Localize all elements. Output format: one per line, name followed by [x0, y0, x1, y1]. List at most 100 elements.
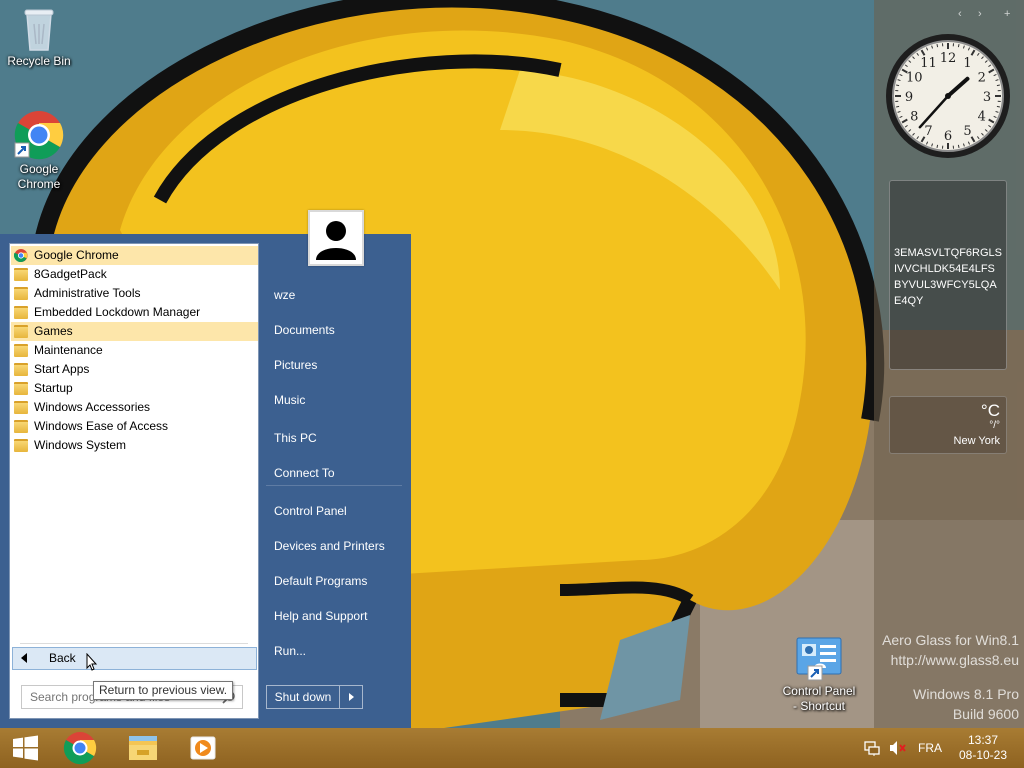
recycle-bin-icon — [24, 9, 54, 51]
clock-tick — [996, 84, 1000, 87]
tooltip: Return to previous view. — [93, 681, 233, 700]
folder-icon — [14, 439, 28, 452]
program-item-label: Google Chrome — [34, 248, 119, 262]
network-icon[interactable] — [864, 740, 880, 756]
shutdown-button[interactable]: Shut down — [266, 685, 363, 709]
shutdown-options-button[interactable] — [339, 686, 362, 708]
media-player-icon — [190, 736, 216, 760]
mouse-cursor-icon — [86, 653, 98, 671]
back-label: Back — [49, 651, 76, 665]
program-item[interactable]: Maintenance — [11, 341, 258, 360]
sticky-note-gadget[interactable]: 3EMASVLTQF6RGLSIVVCHLDK54E4LFSBYVUL3WFCY… — [889, 180, 1007, 370]
taskbar-chrome-button[interactable] — [54, 728, 106, 768]
program-item-label: Windows Ease of Access — [34, 419, 169, 433]
weather-city: New York — [953, 435, 1000, 447]
program-item-label: Start Apps — [34, 362, 90, 376]
divider — [20, 643, 248, 644]
start-link-documents[interactable]: Documents — [266, 315, 402, 345]
folder-icon — [14, 325, 28, 338]
chrome-icon — [14, 111, 64, 160]
program-item-label: Windows Accessories — [34, 400, 151, 414]
back-button[interactable]: Back — [12, 647, 257, 671]
start-link-devices-and-printers[interactable]: Devices and Printers — [266, 531, 402, 561]
program-item[interactable]: Embedded Lockdown Manager — [11, 303, 258, 322]
user-icon — [310, 212, 362, 264]
clock-number: 8 — [910, 110, 918, 125]
clock-tick — [896, 105, 900, 108]
clock-number: 6 — [944, 129, 952, 144]
program-item-label: Games — [34, 324, 73, 338]
taskbar: FRA 13:37 08-10-23 — [0, 728, 1024, 768]
back-arrow-icon — [21, 653, 27, 663]
clock-tick — [936, 144, 939, 148]
desktop-icon-control-panel-shortcut[interactable]: Control Panel - Shortcut — [781, 636, 857, 714]
program-item[interactable]: Google Chrome — [11, 246, 258, 265]
program-item-label: Embedded Lockdown Manager — [34, 305, 201, 319]
program-item[interactable]: Games — [11, 322, 258, 341]
weather-gadget[interactable]: °C °/° New York — [889, 396, 1007, 454]
folder-icon — [14, 382, 28, 395]
watermark-line: Build 9600 — [952, 706, 1019, 722]
program-item-label: Maintenance — [34, 343, 103, 357]
divider — [266, 485, 402, 486]
volume-muted-icon[interactable] — [889, 740, 907, 756]
program-item[interactable]: Windows Ease of Access — [11, 417, 258, 436]
program-item[interactable]: Startup — [11, 379, 258, 398]
clock-tick — [996, 105, 1000, 108]
gadget-add-button[interactable]: + — [1004, 8, 1010, 20]
clock-number: 1 — [963, 56, 971, 71]
clock-gadget[interactable]: 12 12 3 45678 9 1011 — [884, 32, 1012, 160]
desktop-icon-label: Control Panel - Shortcut — [782, 684, 856, 713]
program-item[interactable]: 8GadgetPack — [11, 265, 258, 284]
start-link-music[interactable]: Music — [266, 385, 402, 415]
program-item[interactable]: Windows Accessories — [11, 398, 258, 417]
program-item[interactable]: Windows System — [11, 436, 258, 455]
program-item[interactable]: Administrative Tools — [11, 284, 258, 303]
start-link-this-pc[interactable]: This PC — [266, 423, 402, 453]
start-menu: Google Chrome 8GadgetPack Administrative T… — [0, 210, 411, 728]
desktop-icon-recycle-bin[interactable]: Recycle Bin — [1, 6, 77, 69]
start-link-help-and-support[interactable]: Help and Support — [266, 601, 402, 631]
desktop-icon-label: Recycle Bin — [7, 54, 71, 68]
control-panel-icon — [796, 637, 842, 681]
start-link-default-programs[interactable]: Default Programs — [266, 566, 402, 596]
folder-icon — [14, 420, 28, 433]
start-link-wze[interactable]: wze — [266, 280, 402, 310]
clock-tick — [936, 44, 939, 48]
weather-range: °/° — [989, 420, 1000, 431]
chrome-icon — [14, 249, 28, 262]
folder-icon — [14, 287, 28, 300]
clock-number: 2 — [978, 71, 986, 86]
program-item-label: Windows System — [34, 438, 127, 452]
start-link-control-panel[interactable]: Control Panel — [266, 496, 402, 526]
programs-pane: Google Chrome 8GadgetPack Administrative T… — [9, 243, 259, 719]
file-explorer-icon — [129, 736, 157, 760]
shutdown-label: Shut down — [274, 690, 332, 704]
clock-time: 13:37 — [967, 733, 999, 747]
gadget-nav: ‹ › + — [952, 8, 1022, 24]
clock-number: 10 — [906, 71, 923, 86]
desktop-icon-google-chrome[interactable]: Google Chrome — [1, 110, 77, 192]
start-button[interactable] — [0, 728, 52, 768]
program-item-label: Startup — [34, 381, 73, 395]
folder-icon — [14, 344, 28, 357]
program-item[interactable]: Start Apps — [11, 360, 258, 379]
clock-number: 7 — [924, 124, 932, 139]
language-indicator[interactable]: FRA — [918, 741, 942, 755]
taskbar-media-player-button[interactable] — [177, 728, 229, 768]
chrome-icon — [63, 732, 97, 765]
taskbar-file-explorer-button[interactable] — [117, 728, 169, 768]
clock-number: 3 — [983, 90, 991, 105]
system-clock[interactable]: 13:37 08-10-23 — [950, 733, 1016, 763]
start-link-run[interactable]: Run... — [266, 636, 402, 666]
user-avatar[interactable] — [308, 210, 364, 266]
chevron-right-icon — [349, 693, 354, 701]
start-link-connect-to[interactable]: Connect To — [266, 458, 402, 488]
desktop-icon-label: Google Chrome — [17, 162, 61, 191]
start-link-pictures[interactable]: Pictures — [266, 350, 402, 380]
folder-icon — [14, 363, 28, 376]
watermark-line: Windows 8.1 Pro — [913, 686, 1019, 702]
gadget-next-button[interactable]: › — [978, 8, 982, 20]
gadget-prev-button[interactable]: ‹ — [958, 8, 962, 20]
watermark-line: Aero Glass for Win8.1 — [882, 632, 1019, 648]
